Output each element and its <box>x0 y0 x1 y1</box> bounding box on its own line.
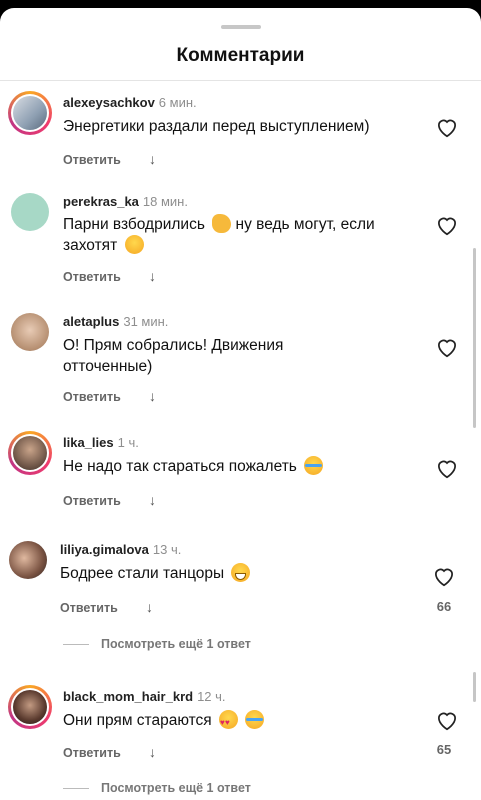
comment-username[interactable]: aletaplus <box>63 314 119 329</box>
heart-eyes-face-icon <box>218 710 238 733</box>
view-replies-link[interactable]: Посмотреть ещё 1 ответ <box>63 781 251 795</box>
avatar[interactable] <box>8 190 52 234</box>
comment-username[interactable]: liliya.gimalova <box>60 542 149 557</box>
heart-outline-icon[interactable] <box>434 212 460 238</box>
view-replies-label: Посмотреть ещё 1 ответ <box>101 637 251 651</box>
comment-username[interactable]: perekras_ka <box>63 194 139 209</box>
heart-outline-icon[interactable] <box>434 334 460 360</box>
heart-outline-icon[interactable] <box>431 563 457 589</box>
comment-username[interactable]: alexeysachkov <box>63 95 155 110</box>
scrollbar-lower[interactable] <box>473 672 476 702</box>
reply-button[interactable]: Ответить <box>63 153 121 167</box>
arrow-down-icon[interactable]: ↓ <box>149 151 156 167</box>
comment-text: Они прям стараются <box>63 712 212 729</box>
reply-button[interactable]: Ответить <box>63 494 121 508</box>
like-count: 65 <box>436 742 452 757</box>
view-replies-label: Посмотреть ещё 1 ответ <box>101 781 251 795</box>
comment-text: Парни взбодрились <box>63 216 205 233</box>
avatar[interactable] <box>8 685 52 729</box>
heart-outline-icon[interactable] <box>434 455 460 481</box>
arrow-down-icon[interactable]: ↓ <box>149 388 156 404</box>
comment-time: 12 ч. <box>197 689 226 704</box>
reply-button[interactable]: Ответить <box>63 746 121 760</box>
heart-outline-icon[interactable] <box>434 707 460 733</box>
comment-text: Бодрее стали танцоры <box>60 565 225 582</box>
flexed-biceps-icon <box>212 214 232 233</box>
face-with-tears-of-joy-icon <box>245 710 265 729</box>
comment-time: 1 ч. <box>117 435 139 450</box>
avatar[interactable] <box>8 310 52 354</box>
comments-sheet: Комментарии alexeysachkov 6 мин. Энергети… <box>0 8 481 800</box>
view-replies-link[interactable]: Посмотреть ещё 1 ответ <box>63 637 251 651</box>
comment-username[interactable]: lika_lies <box>63 435 114 450</box>
avatar[interactable] <box>8 431 52 475</box>
winking-face-icon <box>124 235 144 254</box>
arrow-down-icon[interactable]: ↓ <box>146 599 153 615</box>
avatar[interactable] <box>8 91 52 135</box>
comment-time: 6 мин. <box>158 95 197 110</box>
comment-time: 18 мин. <box>142 194 188 209</box>
sheet-grabber[interactable] <box>221 25 261 29</box>
arrow-down-icon[interactable]: ↓ <box>149 268 156 284</box>
arrow-down-icon[interactable]: ↓ <box>149 744 156 760</box>
arrow-down-icon[interactable]: ↓ <box>149 492 156 508</box>
reply-button[interactable]: Ответить <box>60 601 118 615</box>
heart-outline-icon[interactable] <box>434 114 460 140</box>
header-divider <box>0 80 481 81</box>
comment-text: Энергетики раздали перед выступлением) <box>63 118 370 135</box>
grinning-face-icon <box>231 563 251 582</box>
page-title: Комментарии <box>176 45 305 66</box>
comment-time: 31 мин. <box>123 314 169 329</box>
like-count: 66 <box>436 599 452 614</box>
face-with-tears-of-joy-icon <box>304 456 324 475</box>
comment-username[interactable]: black_mom_hair_krd <box>63 689 193 704</box>
comment-text: Не надо так стараться пожалеть <box>63 458 297 475</box>
comment-time: 13 ч. <box>152 542 182 557</box>
avatar[interactable] <box>6 538 50 582</box>
reply-button[interactable]: Ответить <box>63 270 121 284</box>
comment-text: О! Прям собрались! Движения отточенные) <box>63 337 284 375</box>
scrollbar[interactable] <box>473 248 476 428</box>
reply-button[interactable]: Ответить <box>63 390 121 404</box>
